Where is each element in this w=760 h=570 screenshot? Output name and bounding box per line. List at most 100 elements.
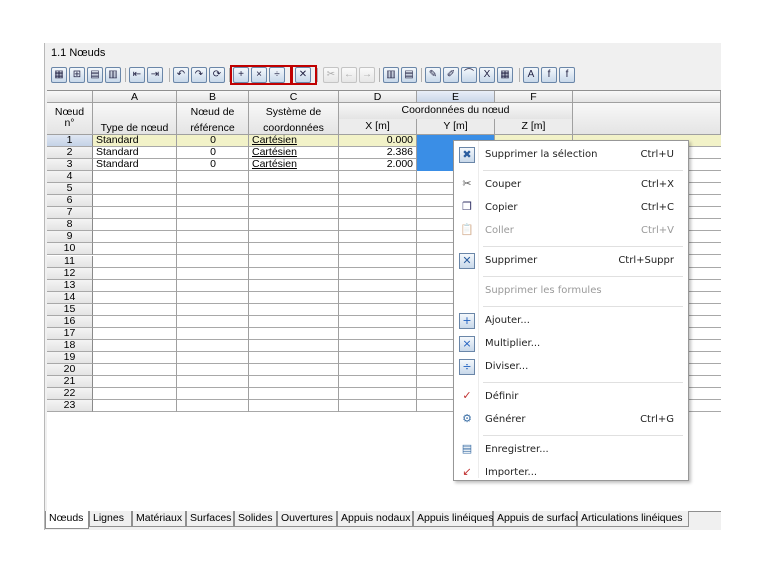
calculator-icon[interactable]: ▦ — [497, 67, 513, 83]
row-number[interactable]: 17 — [47, 327, 93, 340]
row-number[interactable]: 13 — [47, 279, 93, 292]
cell-coordinate-system[interactable]: Cartésien — [252, 147, 336, 159]
row-number[interactable]: 12 — [47, 267, 93, 280]
toolbar-separator — [379, 68, 380, 82]
table-icon[interactable]: ▤ — [87, 67, 103, 83]
menu-item-importer[interactable]: ↙ Importer... — [454, 462, 686, 484]
cut-icon[interactable]: ✂ — [323, 67, 339, 83]
cell-x[interactable]: 2.000 — [339, 159, 413, 171]
tab-solides[interactable]: Solides — [234, 511, 277, 527]
move-right-icon[interactable]: → — [359, 67, 375, 83]
redo-icon[interactable]: ↷ — [191, 67, 207, 83]
cell-reference-node[interactable]: 0 — [177, 147, 249, 159]
text-icon[interactable]: A — [523, 67, 539, 83]
menu-item-diviser[interactable]: ÷ Diviser... — [454, 356, 686, 378]
tab-articulations-line-iques[interactable]: Articulations linéiques — [577, 511, 689, 527]
header-reference-node: Nœud de référence — [177, 103, 249, 135]
toolbar: ▦ ⊞ ▤ ▥ ⇤ ⇥ ↶ ↷ ⟳ + × ÷ ✕ ✂ ← → ▥ ▤ ✎ ✐ ⌒ X ▦ Af f — [45, 65, 721, 85]
menu-item-supprimer-la-selection[interactable]: ✖ Supprimer la sélection Ctrl+U — [454, 144, 686, 166]
tab-surfaces[interactable]: Surfaces — [186, 511, 234, 527]
menu-item-label: Supprimer — [485, 255, 538, 266]
tab-lignes[interactable]: Lignes — [89, 511, 132, 527]
menu-item-shortcut: Ctrl+X — [640, 179, 674, 190]
column-divider — [176, 135, 177, 413]
menu-separator — [483, 382, 683, 383]
cell-reference-node[interactable]: 0 — [177, 135, 249, 147]
formula-off-icon[interactable]: f — [559, 67, 575, 83]
row-number[interactable]: 23 — [47, 400, 93, 413]
cell-coordinate-system[interactable]: Cartésien — [252, 159, 336, 171]
highlight-box-delete — [291, 65, 317, 85]
tab-n-uds[interactable]: Nœuds — [45, 511, 89, 529]
row-number[interactable]: 10 — [47, 243, 93, 256]
undo-icon[interactable]: ↶ — [173, 67, 189, 83]
column-divider — [338, 135, 339, 413]
row-number[interactable]: 15 — [47, 303, 93, 316]
rows-icon[interactable]: ▤ — [401, 67, 417, 83]
row-number[interactable]: 11 — [47, 255, 93, 268]
cell-coordinate-system[interactable]: Cartésien — [252, 135, 336, 147]
toolbar-separator — [519, 68, 520, 82]
header-reference-node-bottom: référence — [190, 122, 235, 134]
menu-item-generer[interactable]: ⚙ Générer Ctrl+G — [454, 409, 686, 431]
chart-icon[interactable]: ▥ — [105, 67, 121, 83]
cell-x[interactable]: 2.386 — [339, 147, 413, 159]
tab-ouvertures[interactable]: Ouvertures — [277, 511, 337, 527]
menu-separator — [483, 435, 683, 436]
header-empty — [573, 103, 721, 135]
define-icon[interactable]: ✎ — [425, 67, 441, 83]
edit-icon[interactable]: ✐ — [443, 67, 459, 83]
col-letter-f[interactable]: F — [495, 91, 573, 103]
cell-reference-node[interactable]: 0 — [177, 159, 249, 171]
menu-item-definir[interactable]: ✓ Définir — [454, 386, 686, 408]
column-divider — [248, 135, 249, 413]
define-icon: ✓ — [462, 389, 472, 402]
toolbar-separator — [421, 68, 422, 82]
tab-appuis-line-iques[interactable]: Appuis linéiques — [413, 511, 493, 527]
col-letter-e[interactable]: E — [417, 91, 495, 103]
menu-item-shortcut: Ctrl+V — [640, 225, 674, 236]
menu-item-label: Supprimer les formules — [485, 285, 602, 296]
header-coordinate-system-bottom: coordonnées — [263, 122, 324, 134]
menu-item-supprimer[interactable]: ✕ Supprimer Ctrl+Suppr — [454, 250, 686, 272]
menu-item-multiplier[interactable]: × Multiplier... — [454, 333, 686, 355]
menu-item-label: Supprimer la sélection — [485, 149, 598, 160]
tab-mate-riaux[interactable]: Matériaux — [132, 511, 186, 527]
menu-item-shortcut: Ctrl+U — [640, 149, 675, 160]
row-number[interactable]: 14 — [47, 291, 93, 304]
graph-icon[interactable]: ⌒ — [461, 67, 477, 83]
col-letter-c[interactable]: C — [249, 91, 339, 103]
menu-item-copier[interactable]: ❐ Copier Ctrl+C — [454, 197, 686, 219]
move-left-icon[interactable]: ← — [341, 67, 357, 83]
insert-row-icon[interactable]: ⊞ — [69, 67, 85, 83]
excel-icon[interactable]: X — [479, 67, 495, 83]
header-node-coordinates: Coordonnées du nœud — [339, 103, 573, 119]
menu-item-couper[interactable]: ✂ Couper Ctrl+X — [454, 174, 686, 196]
col-letter-b[interactable]: B — [177, 91, 249, 103]
tab-appuis-de-surface[interactable]: Appuis de surface — [493, 511, 581, 527]
menu-item-ajouter[interactable]: + Ajouter... — [454, 310, 686, 332]
import-icon: ↙ — [462, 465, 472, 478]
menu-item-enregistrer[interactable]: ▤ Enregistrer... — [454, 439, 686, 461]
last-icon[interactable]: ⇥ — [147, 67, 163, 83]
formula-icon[interactable]: f — [541, 67, 557, 83]
first-icon[interactable]: ⇤ — [129, 67, 145, 83]
menu-item-coller[interactable]: 📋 Coller Ctrl+V — [454, 220, 686, 242]
cell-node-type[interactable]: Standard — [96, 159, 174, 171]
refresh-icon[interactable]: ⟳ — [209, 67, 225, 83]
select-all-icon[interactable]: ▦ — [51, 67, 67, 83]
menu-item-supprimer-les-formules[interactable]: Supprimer les formules — [454, 280, 686, 302]
col-letter-a[interactable]: A — [93, 91, 177, 103]
tab-appuis-nodaux[interactable]: Appuis nodaux — [337, 511, 413, 527]
col-letter-d[interactable]: D — [339, 91, 417, 103]
header-coordinate-system-top: Système de — [265, 106, 322, 118]
row-number[interactable]: 16 — [47, 315, 93, 328]
cell-x[interactable]: 0.000 — [339, 135, 413, 147]
highlight-box — [230, 65, 292, 85]
columns-icon[interactable]: ▥ — [383, 67, 399, 83]
menu-separator — [483, 170, 683, 171]
cell-node-type[interactable]: Standard — [96, 135, 174, 147]
menu-item-label: Définir — [485, 391, 519, 402]
cell-node-type[interactable]: Standard — [96, 147, 174, 159]
menu-item-shortcut: Ctrl+C — [640, 202, 674, 213]
